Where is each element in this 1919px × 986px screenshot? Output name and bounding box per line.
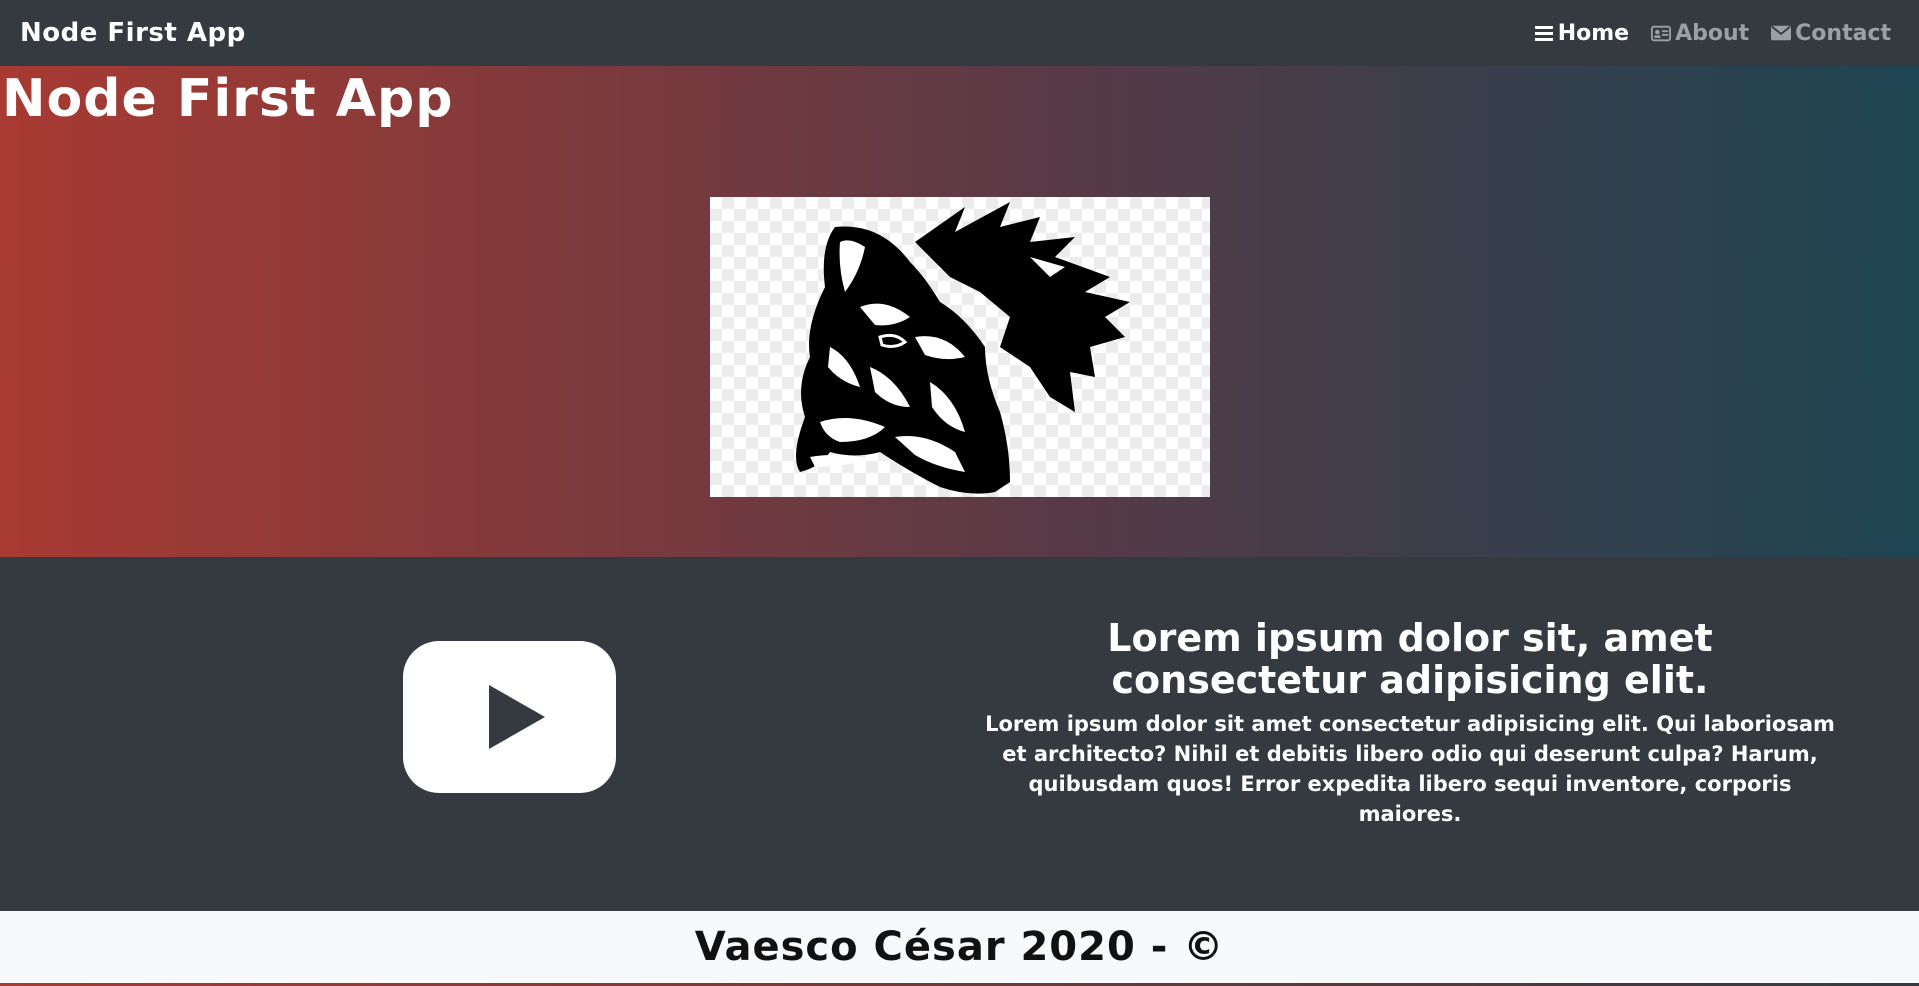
wolf-head-icon: [796, 202, 1130, 494]
nav-links: Home About Contact: [1534, 21, 1891, 46]
hero-section: Node First App: [0, 66, 1919, 557]
feature-text-block: Lorem ipsum dolor sit, amet consectetur …: [980, 617, 1840, 829]
feature-body: Lorem ipsum dolor sit amet consectetur a…: [985, 712, 1835, 826]
navbar-brand[interactable]: Node First App: [20, 18, 246, 48]
page-footer: Vaesco César 2020 - ©: [0, 911, 1919, 983]
nav-link-about-label: About: [1675, 20, 1750, 46]
feature-heading: Lorem ipsum dolor sit, amet consectetur …: [1107, 616, 1713, 702]
nav-link-contact-label: Contact: [1795, 20, 1891, 46]
nav-link-contact[interactable]: Contact: [1771, 21, 1891, 46]
wolf-logo-image: [710, 197, 1210, 497]
nav-link-home-label: Home: [1557, 20, 1630, 46]
hero-title: Node First App: [2, 69, 454, 129]
top-navbar: Node First App Home About Contact: [0, 0, 1919, 66]
nav-link-about[interactable]: About: [1651, 21, 1749, 46]
envelope-icon: [1771, 23, 1792, 43]
nav-link-home[interactable]: Home: [1534, 21, 1629, 46]
play-video-icon[interactable]: [403, 641, 616, 793]
id-card-icon: [1651, 23, 1672, 43]
menu-icon: [1534, 23, 1554, 43]
footer-copyright: Vaesco César 2020 - ©: [694, 924, 1225, 970]
